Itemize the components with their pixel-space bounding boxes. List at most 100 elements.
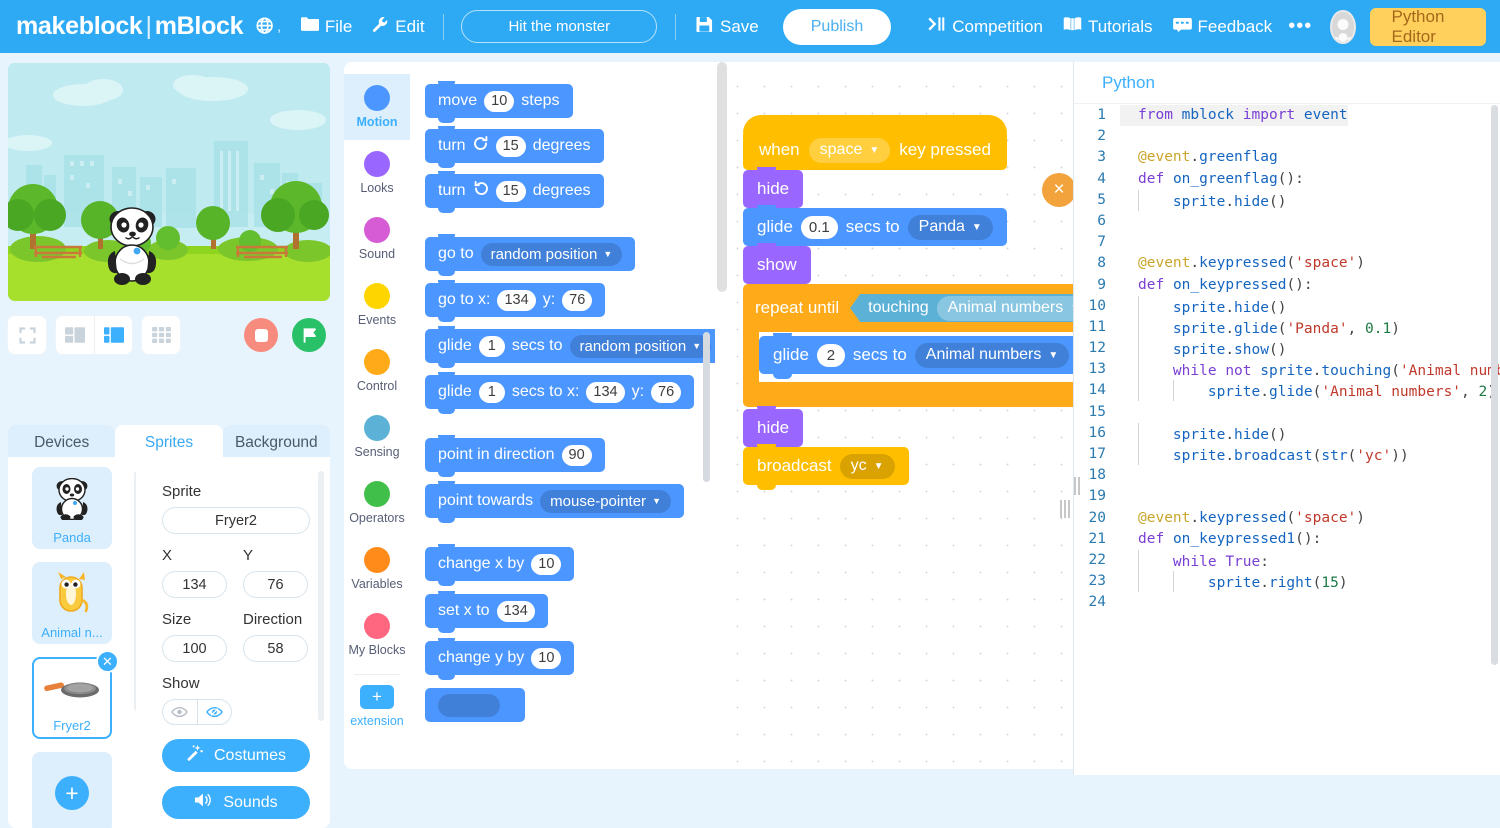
add-sprite-button[interactable]: + — [32, 752, 112, 828]
block-change-y-by[interactable]: change y by 10 — [425, 638, 575, 680]
menu-tutorials[interactable]: Tutorials — [1063, 16, 1153, 37]
block-repeat-until[interactable]: repeat until touching Animal numbers▼ — [755, 294, 1075, 322]
category-variables[interactable]: Variables — [344, 536, 410, 602]
block-go-to-xy[interactable]: go to x: 134 y: 76 — [425, 280, 606, 322]
goto-target-dropdown[interactable]: random position ▼ — [480, 242, 623, 266]
grid-button[interactable] — [142, 316, 180, 354]
python-code-editor[interactable]: 1 from mblock import event 2 3 @event.gree… — [1074, 105, 1500, 775]
category-my-blocks[interactable]: My Blocks — [344, 602, 410, 668]
inner-glide-target-dropdown[interactable]: Animal numbers ▼ — [914, 342, 1070, 368]
block-glide-to-xy[interactable]: glide 1 secs to x: 134 y: 76 — [425, 372, 695, 414]
change-x-input[interactable]: 10 — [531, 553, 562, 575]
category-operators[interactable]: Operators — [344, 470, 410, 536]
block-go-to[interactable]: go to random position ▼ — [425, 234, 636, 276]
block-when-key-pressed[interactable]: when space ▼ key pressed — [743, 115, 1007, 175]
block-show[interactable]: show — [743, 243, 811, 289]
glide-target-dropdown[interactable]: Panda ▼ — [907, 214, 993, 240]
block-palette[interactable]: move 10 steps turn 15 degrees turn 15 de… — [410, 62, 715, 769]
block-set-x-to[interactable]: set x to 134 — [425, 591, 548, 633]
direction-input[interactable]: 58 — [243, 635, 308, 662]
menu-competition[interactable]: Competition — [927, 16, 1043, 37]
glide-secs-input[interactable]: 0.1 — [800, 215, 838, 239]
add-extension-button[interactable]: + extension — [344, 681, 410, 728]
python-scrollbar[interactable] — [1491, 105, 1498, 665]
more-menu-button[interactable]: ••• — [1288, 15, 1312, 38]
touching-target-dropdown[interactable]: Animal numbers▼ — [936, 295, 1075, 321]
script-workspace[interactable]: when space ▼ key pressed hide glide 0.1 s… — [715, 62, 1075, 769]
block-turn-left[interactable]: turn 15 degrees — [425, 171, 604, 213]
workspace-resize-handle[interactable] — [1060, 500, 1070, 518]
block-glide-to-panda[interactable]: glide 0.1 secs to Panda ▼ — [743, 205, 1007, 251]
block-hide-1[interactable]: hide — [743, 167, 804, 213]
x-input[interactable]: 134 — [162, 571, 227, 598]
point-direction-input[interactable]: 90 — [561, 444, 592, 466]
set-x-input[interactable]: 134 — [496, 600, 535, 622]
block-move-steps[interactable]: move 10 steps — [425, 81, 573, 123]
dropdown-partial[interactable] — [438, 693, 500, 717]
broadcast-message-dropdown[interactable]: yc ▼ — [839, 453, 895, 479]
small-stage-button[interactable] — [56, 316, 94, 354]
delete-sprite-button[interactable]: ✕ — [96, 650, 119, 673]
properties-scrollbar[interactable] — [318, 471, 324, 721]
glide-y-input[interactable]: 76 — [651, 381, 682, 403]
tab-background[interactable]: Background — [222, 425, 330, 461]
glide-target-dropdown[interactable]: random position ▼ — [569, 334, 712, 358]
palette-scrollbar[interactable] — [703, 332, 710, 482]
menu-edit[interactable]: Edit — [372, 16, 425, 38]
block-glide-to[interactable]: glide 1 secs to random position ▼ — [425, 326, 715, 368]
goto-x-input[interactable]: 134 — [497, 289, 536, 311]
stop-button[interactable] — [244, 318, 278, 352]
category-sound[interactable]: Sound — [344, 206, 410, 272]
stage[interactable] — [8, 63, 330, 301]
sprite-card-fryer2[interactable]: ✕ Fryer2 — [32, 650, 119, 739]
category-sensing[interactable]: Sensing — [344, 404, 410, 470]
save-button[interactable]: Save — [696, 16, 759, 38]
block-broadcast[interactable]: broadcast yc ▼ — [743, 444, 909, 490]
glide-xy-secs-input[interactable]: 1 — [478, 381, 505, 403]
block-hide-2[interactable]: hide — [743, 406, 804, 452]
block-set-y-to-partial[interactable] — [425, 688, 525, 722]
point-towards-dropdown[interactable]: mouse-pointer ▼ — [540, 489, 671, 513]
tab-devices[interactable]: Devices — [8, 425, 116, 461]
avatar[interactable] — [1330, 9, 1356, 44]
category-motion[interactable]: Motion — [344, 74, 410, 140]
goto-y-input[interactable]: 76 — [562, 289, 593, 311]
publish-button[interactable]: Publish — [782, 8, 892, 45]
sprite-name-input[interactable]: Fryer2 — [162, 507, 310, 534]
menu-feedback[interactable]: Feedback — [1172, 17, 1272, 37]
block-turn-right[interactable]: turn 15 degrees — [425, 126, 604, 168]
block-touching[interactable]: touching Animal numbers▼ — [850, 294, 1075, 322]
size-input[interactable]: 100 — [162, 635, 227, 662]
move-steps-input[interactable]: 10 — [484, 90, 515, 112]
eye-slash-icon[interactable] — [196, 700, 232, 724]
menu-file[interactable]: File — [300, 16, 352, 37]
delete-block-button[interactable]: × — [1042, 173, 1075, 207]
tab-sprites[interactable]: Sprites — [115, 425, 223, 461]
y-input[interactable]: 76 — [243, 571, 308, 598]
category-control[interactable]: Control — [344, 338, 410, 404]
fullscreen-button[interactable] — [8, 316, 46, 354]
turn-degrees-input[interactable]: 15 — [495, 180, 526, 202]
sprite-list[interactable]: Panda Animal n... ✕ Fryer2 + — [8, 457, 136, 828]
python-panel-resize-handle[interactable] — [1074, 477, 1080, 495]
block-inner-glide[interactable]: glide 2 secs to Animal numbers ▼ — [759, 333, 1075, 379]
sounds-button[interactable]: Sounds — [162, 786, 310, 819]
change-y-input[interactable]: 10 — [531, 647, 562, 669]
block-point-in-direction[interactable]: point in direction 90 — [425, 435, 605, 477]
block-change-x-by[interactable]: change x by 10 — [425, 544, 575, 586]
block-point-towards[interactable]: point towards mouse-pointer ▼ — [425, 481, 684, 523]
sprite-card-animal-numbers[interactable]: Animal n... — [32, 562, 112, 644]
large-stage-button[interactable] — [94, 316, 132, 354]
workspace-scrollbar-vertical[interactable] — [717, 62, 727, 292]
python-editor-button[interactable]: Python Editor — [1369, 7, 1486, 46]
project-name-input[interactable]: Hit the monster — [461, 10, 658, 43]
eye-icon[interactable] — [163, 700, 197, 724]
glide-x-input[interactable]: 134 — [586, 381, 625, 403]
sprite-card-panda[interactable]: Panda — [32, 467, 112, 549]
inner-glide-secs-input[interactable]: 2 — [816, 343, 845, 367]
key-dropdown[interactable]: space ▼ — [808, 137, 891, 163]
costumes-button[interactable]: Costumes — [162, 739, 310, 772]
globe-icon[interactable]: , — [255, 16, 281, 37]
category-looks[interactable]: Looks — [344, 140, 410, 206]
glide-secs-input[interactable]: 1 — [478, 335, 505, 357]
